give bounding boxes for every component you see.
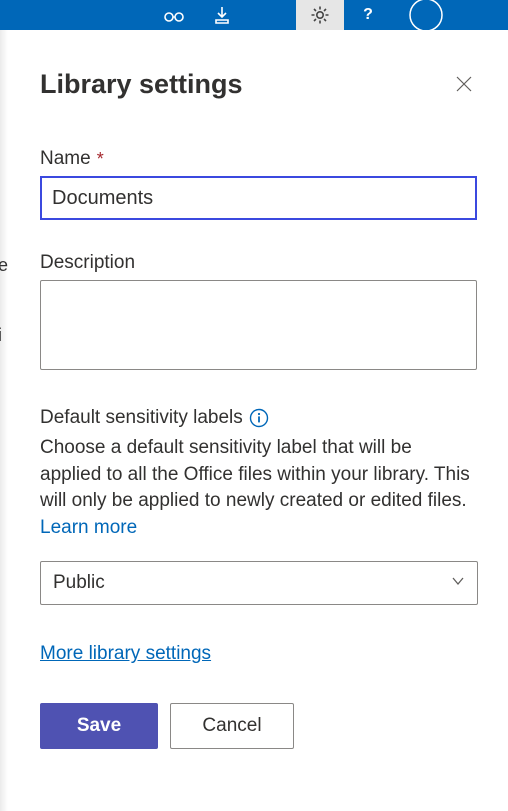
glasses-icon[interactable] — [150, 0, 198, 30]
name-field-block: Name * — [40, 148, 480, 220]
sensitivity-help-text: Choose a default sensitivity label that … — [40, 435, 478, 541]
app-header-bar: ? — [0, 0, 508, 30]
chevron-down-icon — [451, 572, 465, 594]
sensitivity-selected-value: Public — [53, 572, 105, 594]
required-indicator: * — [97, 149, 104, 170]
close-icon — [455, 75, 473, 93]
library-settings-panel: Library settings Name * Description Defa… — [0, 30, 508, 749]
name-label-text: Name — [40, 148, 91, 170]
action-buttons: Save Cancel — [40, 703, 480, 749]
cancel-button[interactable]: Cancel — [170, 703, 294, 749]
description-label: Description — [40, 252, 480, 274]
background-fragment: ei — [0, 230, 8, 370]
sensitivity-help-body: Choose a default sensitivity label that … — [40, 437, 470, 511]
description-input[interactable] — [40, 280, 477, 370]
description-field-block: Description — [40, 252, 480, 375]
panel-title: Library settings — [40, 69, 243, 100]
account-avatar[interactable] — [402, 0, 450, 30]
sensitivity-field-block: Default sensitivity labels Choose a defa… — [40, 407, 480, 605]
gear-icon[interactable] — [296, 0, 344, 30]
close-button[interactable] — [448, 68, 480, 100]
more-library-settings-link[interactable]: More library settings — [40, 643, 211, 665]
download-icon[interactable] — [198, 0, 246, 30]
name-input[interactable] — [40, 176, 477, 220]
sensitivity-label-text: Default sensitivity labels — [40, 407, 243, 429]
save-button[interactable]: Save — [40, 703, 158, 749]
name-label: Name * — [40, 148, 480, 170]
sensitivity-label: Default sensitivity labels — [40, 407, 480, 429]
help-icon[interactable]: ? — [344, 0, 392, 30]
info-icon[interactable] — [249, 408, 269, 428]
sensitivity-dropdown[interactable]: Public — [40, 561, 478, 605]
learn-more-link[interactable]: Learn more — [40, 517, 137, 538]
